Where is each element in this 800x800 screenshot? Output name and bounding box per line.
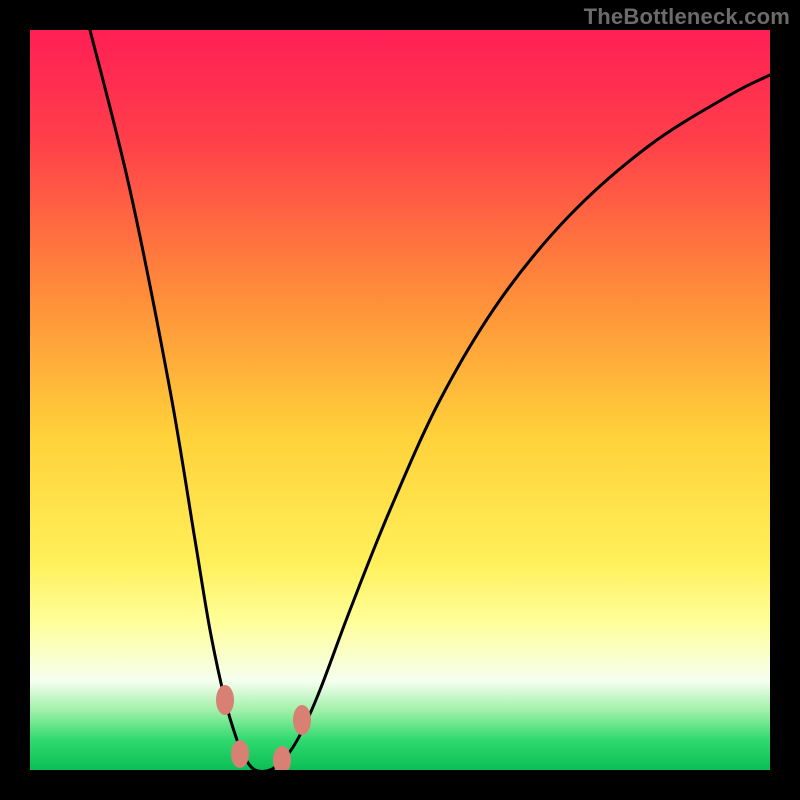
- marker-right-lower: [273, 746, 291, 770]
- marker-left-lower: [231, 740, 249, 768]
- bottleneck-curve: [90, 30, 770, 770]
- watermark-text: TheBottleneck.com: [584, 4, 790, 30]
- chart-frame: TheBottleneck.com: [0, 0, 800, 800]
- curve-layer: [30, 30, 770, 770]
- plot-area: [30, 30, 770, 770]
- marker-left-upper: [216, 685, 234, 715]
- marker-right-upper: [293, 705, 311, 735]
- curve-markers: [216, 685, 311, 770]
